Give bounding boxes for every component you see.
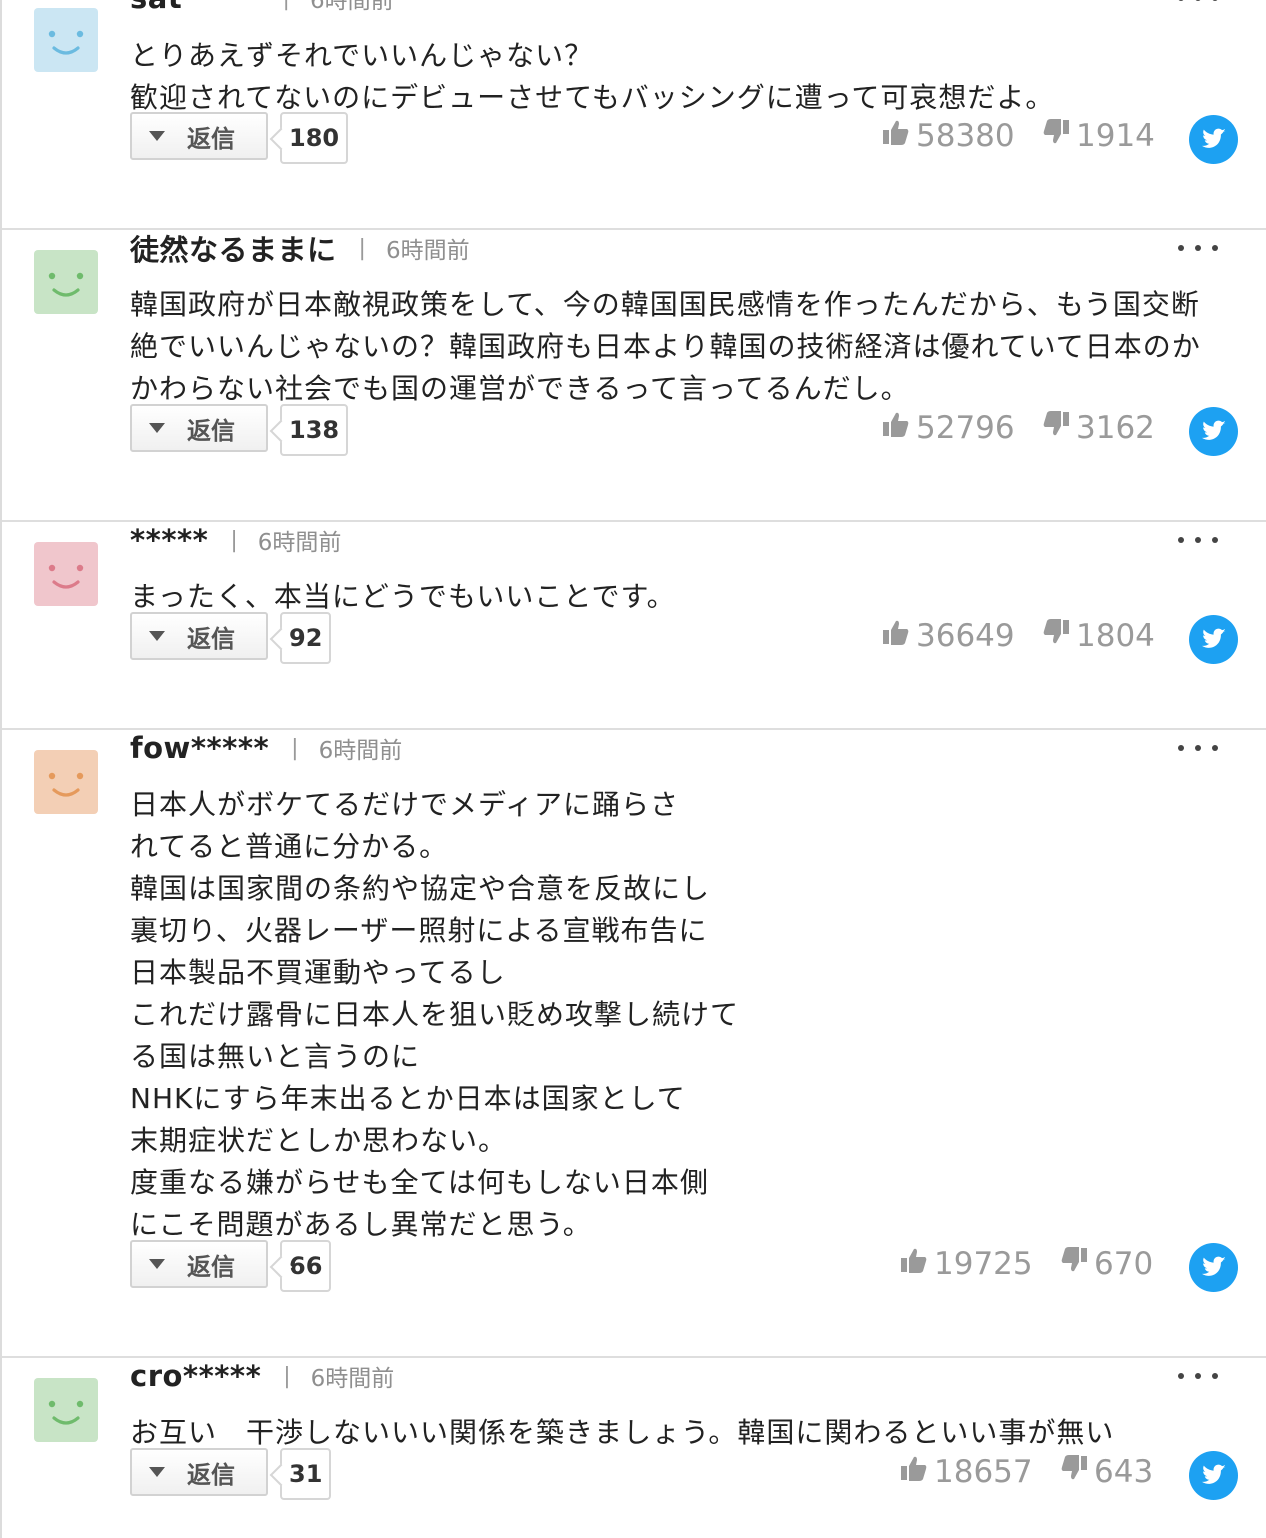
thumbs-down-icon: [1060, 1454, 1094, 1490]
thumbs-down-icon: [1060, 1246, 1094, 1282]
caret-down-icon: [149, 631, 165, 641]
separator: |: [283, 0, 290, 11]
avatar[interactable]: [34, 750, 98, 814]
like-button[interactable]: 36649: [882, 616, 1015, 656]
reply-button[interactable]: 返信: [130, 112, 268, 160]
caret-down-icon: [149, 423, 165, 433]
like-count: 58380: [916, 118, 1015, 154]
comment-text: 韓国政府が日本敵視政策をして、今の韓国国民感情を作ったんだから、もう国交断絶でい…: [130, 288, 1201, 405]
dislike-button[interactable]: 643: [1060, 1452, 1153, 1492]
reply-label: 返信: [187, 416, 235, 445]
comment-header: fow***** | 6時間前: [130, 730, 402, 766]
reply-count[interactable]: 92: [280, 612, 332, 664]
reply-label: 返信: [187, 124, 235, 153]
more-options-icon[interactable]: [1178, 0, 1218, 8]
thumbs-down-icon: [1042, 118, 1076, 154]
comment-header: ***** | 6時間前: [130, 522, 341, 558]
thumbs-up-icon: [900, 1454, 934, 1490]
twitter-share-button[interactable]: [1189, 407, 1238, 456]
post-time: 6時間前: [318, 738, 403, 764]
author-name[interactable]: fow*****: [130, 731, 269, 765]
author-name[interactable]: sat*****: [130, 0, 261, 15]
dislike-count: 1804: [1076, 618, 1155, 654]
separator: |: [283, 1363, 291, 1389]
comment-header: sat***** | 6時間前: [130, 0, 394, 16]
comment-item: cro***** | 6時間前 お互い 干渉しないいい関係を築きましょう。韓国に関わる…: [2, 1358, 1266, 1538]
dislike-button[interactable]: 670: [1060, 1244, 1153, 1284]
comment-text: 日本人がボケてるだけでメディアに踊らさ れてると普通に分かる。 韓国は国家間の条…: [130, 788, 740, 1241]
caret-down-icon: [149, 1467, 165, 1477]
dislike-button[interactable]: 1804: [1042, 616, 1155, 656]
like-button[interactable]: 18657: [900, 1452, 1033, 1492]
reply-button[interactable]: 返信: [130, 1240, 268, 1288]
reply-label: 返信: [187, 1460, 235, 1489]
like-count: 19725: [934, 1246, 1033, 1282]
post-time: 6時間前: [257, 530, 342, 556]
avatar[interactable]: [34, 250, 98, 314]
comment-header: 徒然なるままに | 6時間前: [130, 227, 470, 269]
dislike-button[interactable]: 3162: [1042, 408, 1155, 448]
dislike-count: 643: [1094, 1454, 1154, 1490]
like-count: 36649: [916, 618, 1015, 654]
reply-label: 返信: [187, 1252, 235, 1281]
thumbs-up-icon: [882, 618, 916, 654]
comment-list: sat*****|6時間前とりあえずそれでいいんじゃない？ 歓迎されてないのにデ…: [0, 0, 1266, 1538]
reply-count[interactable]: 31: [280, 1448, 332, 1500]
more-options-icon[interactable]: [1178, 1366, 1218, 1386]
reply-label: 返信: [187, 624, 235, 653]
thumbs-down-icon: [1042, 618, 1076, 654]
avatar[interactable]: [34, 8, 98, 72]
twitter-share-button[interactable]: [1189, 115, 1238, 164]
dislike-count: 670: [1094, 1246, 1154, 1282]
reply-count[interactable]: 66: [280, 1240, 332, 1292]
reply-button[interactable]: 返信: [130, 1448, 268, 1496]
like-count: 18657: [934, 1454, 1033, 1490]
thumbs-up-icon: [900, 1246, 934, 1282]
comment-item: sat***** | 6時間前とりあえずそれでいいんじゃない？ 歓迎されてないのにデ…: [2, 0, 1266, 230]
like-button[interactable]: 19725: [900, 1244, 1033, 1284]
comment-header: cro***** | 6時間前: [130, 1358, 394, 1394]
separator: |: [291, 735, 299, 761]
caret-down-icon: [149, 131, 165, 141]
reply-button[interactable]: 返信: [130, 404, 268, 452]
thumbs-up-icon: [882, 410, 916, 446]
like-button[interactable]: 52796: [882, 408, 1015, 448]
more-options-icon[interactable]: [1178, 238, 1218, 258]
comment-item: 徒然なるままに | 6時間前韓国政府が日本敵視政策をして、今の韓国国民感情を作ったん…: [2, 230, 1266, 522]
twitter-share-button[interactable]: [1189, 615, 1238, 664]
thumbs-up-icon: [882, 118, 916, 154]
author-name[interactable]: 徒然なるままに: [130, 227, 337, 269]
reply-count[interactable]: 180: [280, 112, 349, 164]
dislike-button[interactable]: 1914: [1042, 116, 1155, 156]
twitter-icon: [1200, 416, 1228, 448]
dislike-count: 3162: [1076, 410, 1155, 446]
reply-count[interactable]: 138: [280, 404, 349, 456]
comment-text: とりあえずそれでいいんじゃない？ 歓迎されてないのにデビューさせてもバッシングに…: [130, 39, 1055, 114]
like-button[interactable]: 58380: [882, 116, 1015, 156]
comment-item: fow***** | 6時間前日本人がボケてるだけでメディアに踊らさ れてると普通に…: [2, 730, 1266, 1358]
comment-item: ***** | 6時間前 まったく、本当にどうでもいいことです。 返信 92 36649 18…: [2, 522, 1266, 730]
caret-down-icon: [149, 1259, 165, 1269]
like-count: 52796: [916, 410, 1015, 446]
avatar[interactable]: [34, 1378, 98, 1442]
more-options-icon[interactable]: [1178, 530, 1218, 550]
author-name[interactable]: cro*****: [130, 1359, 261, 1393]
more-options-icon[interactable]: [1178, 738, 1218, 758]
thumbs-down-icon: [1042, 410, 1076, 446]
twitter-icon: [1200, 1252, 1228, 1284]
dislike-count: 1914: [1076, 118, 1155, 154]
reply-button[interactable]: 返信: [130, 612, 268, 660]
post-time: 6時間前: [385, 238, 470, 264]
post-time: 6時間前: [310, 1366, 395, 1392]
twitter-icon: [1200, 1460, 1228, 1492]
post-time: 6時間前: [309, 0, 394, 14]
author-name[interactable]: *****: [130, 523, 208, 557]
twitter-share-button[interactable]: [1189, 1451, 1238, 1500]
twitter-icon: [1200, 624, 1228, 656]
separator: |: [230, 527, 238, 553]
twitter-icon: [1200, 124, 1228, 156]
avatar[interactable]: [34, 542, 98, 606]
separator: |: [358, 235, 366, 261]
twitter-share-button[interactable]: [1189, 1243, 1238, 1292]
